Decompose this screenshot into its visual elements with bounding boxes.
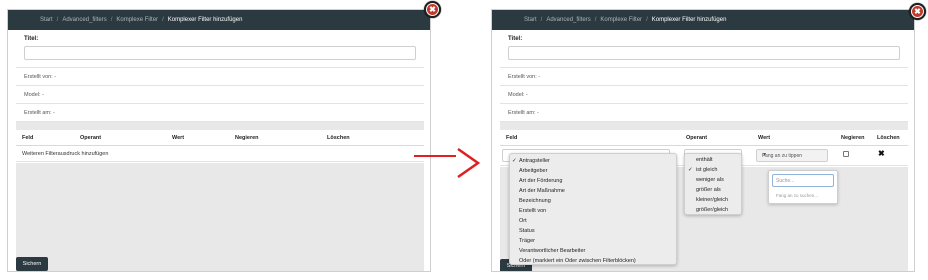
field-option[interactable]: Arbeitgeber [510, 166, 676, 176]
filter-form: Titel: Erstellt von: - Model: - Erstellt… [16, 30, 424, 122]
filter-table: Feld Operant Wert Negieren Löschen Weite… [16, 130, 424, 162]
table-header: Feld Operant Wert Negieren Löschen [500, 130, 908, 146]
field-dropdown: ✓ Antragsteller Arbeitgeber Art der Förde… [509, 153, 677, 265]
breadcrumb-item-start[interactable]: Start [524, 17, 537, 23]
header-delete: Löschen [877, 135, 900, 141]
close-button[interactable]: ✖ [424, 1, 441, 18]
close-icon: ✖ [427, 4, 438, 15]
spacer-area [500, 122, 908, 130]
operant-option[interactable]: kleiner/gleich [685, 195, 741, 205]
model-text: Model: - [16, 86, 424, 104]
field-option[interactable]: Träger [510, 236, 676, 246]
breadcrumb-item-advanced-filters[interactable]: Advanced_filters [546, 17, 590, 23]
header-field: Feld [506, 135, 518, 141]
title-row: Titel: [500, 30, 908, 68]
field-option[interactable]: Erstellt von [510, 206, 676, 216]
field-option[interactable]: Ort [510, 216, 676, 226]
breadcrumb-separator: / [540, 17, 543, 23]
model-text: Model: - [500, 86, 908, 104]
breadcrumb-current: Komplexer Filter hinzufügen [167, 17, 243, 23]
close-icon: ✖ [912, 6, 923, 17]
header-delete: Löschen [327, 135, 350, 141]
title-label: Titel: [508, 36, 523, 42]
created-by-text: Erstellt von: - [16, 68, 424, 86]
value-search-popup: Suche... Fang an zu suchen... [768, 170, 838, 204]
title-label: Titel: [24, 36, 39, 42]
field-option[interactable]: Bezeichnung [510, 196, 676, 206]
value-select[interactable]: Fang an zu tippen ▾ [756, 149, 828, 162]
header-operant: Operant [80, 135, 102, 141]
operant-option[interactable]: weniger als [685, 175, 741, 185]
breadcrumb-separator: / [646, 17, 648, 23]
breadcrumb: Start / Advanced_filters / Komplexe Filter / K… [492, 10, 914, 30]
delete-icon[interactable]: ✖ [878, 149, 885, 158]
operant-option[interactable]: ✓ ist gleich [685, 165, 741, 175]
header-value: Wert [758, 135, 771, 141]
title-row: Titel: [16, 30, 424, 68]
empty-area [16, 163, 424, 271]
arrow-right-icon [414, 148, 481, 178]
value-search-placeholder: Suche... [776, 178, 795, 184]
header-operant: Operant [686, 135, 708, 141]
header-negate: Negieren [841, 135, 865, 141]
field-option[interactable]: Verantwortlicher Bearbeiter [510, 246, 676, 256]
field-option[interactable]: Oder (markiert ein Oder zwischen Filterb… [510, 256, 676, 266]
breadcrumb-separator: / [594, 17, 597, 23]
header-value: Wert [172, 135, 185, 141]
negate-checkbox[interactable] [843, 151, 849, 157]
panel-after: Start / Advanced_filters / Komplexe Filter / K… [484, 0, 928, 280]
check-icon: ✓ [512, 158, 517, 164]
breadcrumb-item-komplexe-filter[interactable]: Komplexe Filter [600, 17, 642, 23]
close-button[interactable]: ✖ [909, 3, 926, 20]
breadcrumb-separator: / [110, 17, 113, 23]
created-at-text: Erstellt am: - [16, 104, 424, 122]
value-search-hint: Fang an zu suchen... [776, 193, 819, 198]
breadcrumb-item-advanced-filters[interactable]: Advanced_filters [62, 17, 106, 23]
breadcrumb-separator: / [162, 17, 164, 23]
add-filter-row[interactable]: Weiteren Filterausdruck hinzufügen [16, 146, 424, 162]
breadcrumb: Start / Advanced_filters / Komplexe Filter / K… [8, 10, 430, 30]
value-search-input[interactable]: Suche... [772, 174, 834, 187]
table-header: Feld Operant Wert Negieren Löschen [16, 130, 424, 146]
created-by-text: Erstellt von: - [500, 68, 908, 86]
modal-window: Start / Advanced_filters / Komplexe Filter / K… [7, 9, 431, 272]
field-option[interactable]: Art der Förderung [510, 176, 676, 186]
field-option[interactable]: Art der Maßnahme [510, 186, 676, 196]
title-input[interactable] [508, 46, 900, 60]
title-input[interactable] [24, 46, 416, 60]
header-negate: Negieren [235, 135, 259, 141]
breadcrumb-current: Komplexer Filter hinzufügen [651, 17, 727, 23]
check-icon: ✓ [688, 167, 693, 173]
add-filter-link[interactable]: Weiteren Filterausdruck hinzufügen [22, 151, 108, 157]
breadcrumb-item-start[interactable]: Start [40, 17, 53, 23]
operant-option[interactable]: größer/gleich [685, 205, 741, 215]
chevron-down-icon: ▾ [763, 152, 767, 158]
breadcrumb-separator: / [56, 17, 59, 23]
breadcrumb-item-komplexe-filter[interactable]: Komplexe Filter [116, 17, 158, 23]
operant-dropdown: enthält ✓ ist gleich weniger als größer a… [684, 153, 742, 215]
operant-option[interactable]: enthält [685, 155, 741, 165]
operant-option[interactable]: größer als [685, 185, 741, 195]
field-option[interactable]: ✓ Antragsteller [510, 156, 676, 166]
header-field: Feld [22, 135, 34, 141]
spacer-area [16, 122, 424, 130]
created-at-text: Erstellt am: - [500, 104, 908, 122]
panel-before: Start / Advanced_filters / Komplexe Filter / K… [0, 0, 444, 280]
filter-form: Titel: Erstellt von: - Model: - Erstellt… [500, 30, 908, 122]
save-button[interactable]: Sichern [16, 257, 48, 271]
field-option[interactable]: Status [510, 226, 676, 236]
